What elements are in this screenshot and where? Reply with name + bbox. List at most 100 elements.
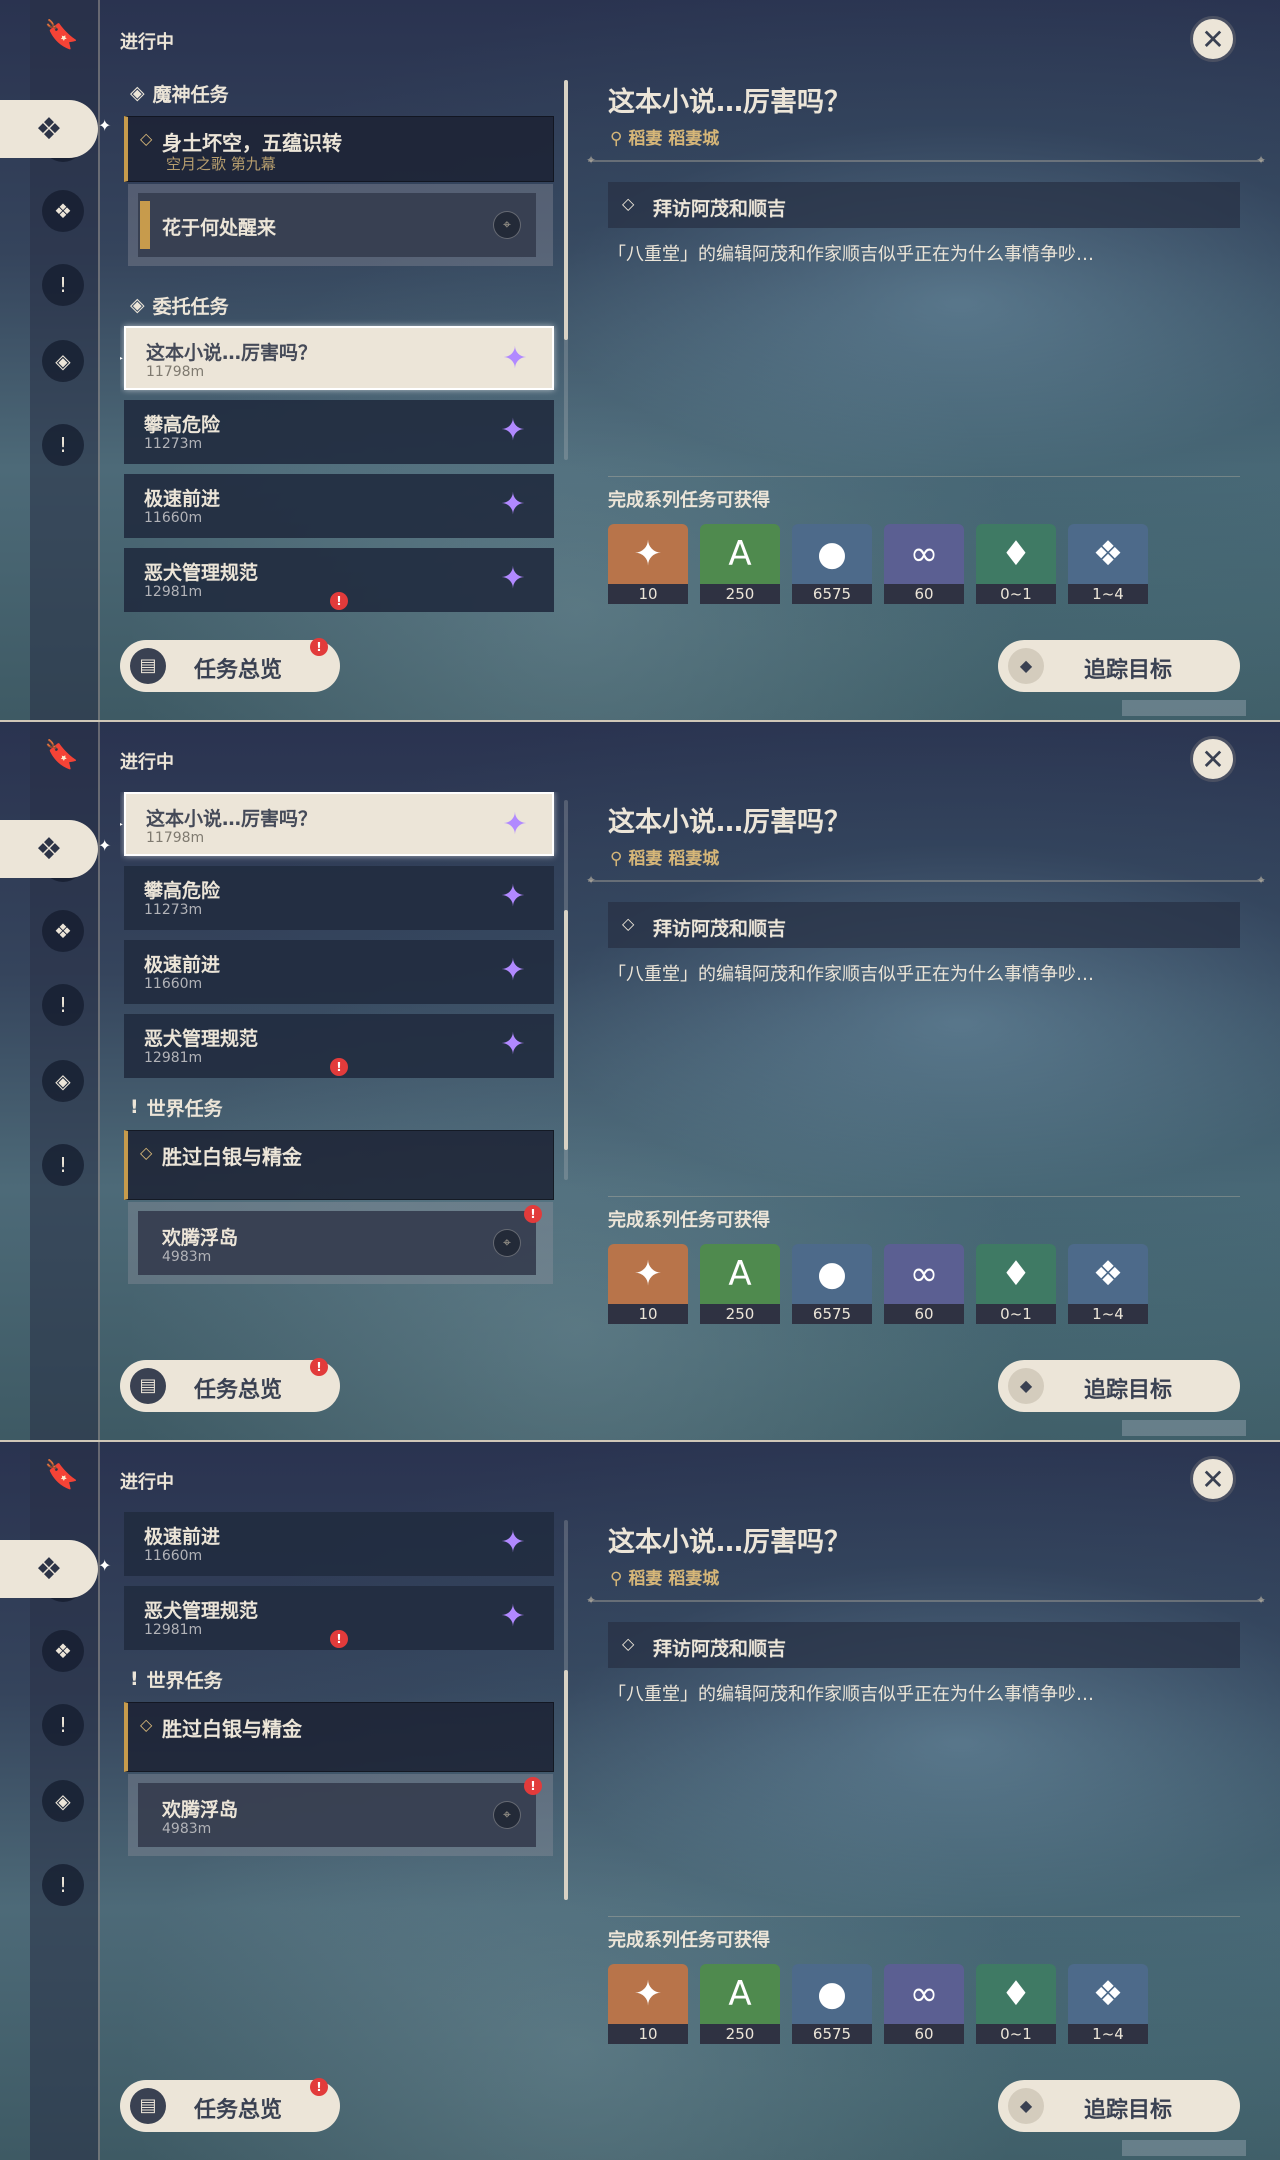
commission-item[interactable]: 恶犬管理规范 12981m ✦ !: [124, 1014, 554, 1078]
scroll-thumb[interactable]: [564, 910, 568, 1150]
reward-quantity: 60: [884, 2024, 964, 2044]
event-quest-icon[interactable]: !: [42, 424, 84, 466]
story-quest-icon[interactable]: ❖: [42, 190, 84, 232]
reward-item[interactable]: ∞ 60: [884, 1244, 964, 1324]
archon-substep[interactable]: 花于何处醒来 ⌖: [138, 193, 536, 257]
commission-item[interactable]: 攀高危险 11273m ✦: [124, 866, 554, 930]
map-pin-icon[interactable]: ⌖: [493, 211, 521, 239]
mora-icon: ●: [792, 524, 872, 584]
scrollbar[interactable]: [564, 800, 568, 1180]
alert-badge: !: [524, 1777, 542, 1795]
reward-item[interactable]: ❖ 1~4: [1068, 1244, 1148, 1324]
commission-item[interactable]: ▶ 这本小说…厉害吗？ 11798m ✦: [120, 326, 554, 390]
status-label: 进行中: [120, 32, 174, 53]
reward-item[interactable]: ● 6575: [792, 1244, 872, 1324]
divider-end-icon: ✦: [586, 1593, 597, 1607]
story-quest-icon[interactable]: ❖: [42, 1630, 84, 1672]
reward-item[interactable]: ♦ 0~1: [976, 524, 1056, 604]
step-diamond-icon: ◇: [622, 914, 635, 933]
quest-overview-button[interactable]: ▤ 任务总览 !: [120, 638, 340, 692]
commission-item[interactable]: 极速前进 11660m ✦: [124, 1512, 554, 1576]
commission-item[interactable]: 恶犬管理规范 12981m ✦ !: [124, 548, 554, 612]
scroll-thumb[interactable]: [564, 1670, 568, 1900]
commission-star-icon: ✦: [500, 1027, 526, 1062]
archon-quest-item[interactable]: ◇ 身土坏空，五蕴识转 空月之歌 第九幕: [124, 116, 554, 182]
close-button[interactable]: ✕: [1190, 16, 1236, 62]
section-commission: ◈ 委托任务: [130, 290, 229, 320]
commission-section-icon: ◈: [130, 294, 145, 316]
quest-diamond-icon: ◇: [140, 129, 153, 148]
world-substep[interactable]: 欢腾浮岛 4983m ⌖ !: [138, 1777, 542, 1847]
reward-item[interactable]: ✦ 10: [608, 1244, 688, 1324]
reward-item[interactable]: ♦ 0~1: [976, 1964, 1056, 2044]
reward-item[interactable]: ❖ 1~4: [1068, 1964, 1148, 2044]
commission-item[interactable]: ▶ 这本小说…厉害吗？ 11798m ✦: [120, 792, 554, 856]
overview-label: 任务总览: [194, 2098, 283, 2123]
event-quest-icon[interactable]: !: [42, 1144, 84, 1186]
reward-item[interactable]: A 250: [700, 1244, 780, 1324]
close-icon: ✕: [1201, 1462, 1225, 1496]
quest-overview-button[interactable]: ▤ 任务总览 !: [120, 1358, 340, 1412]
all-quests-tab[interactable]: ❖: [0, 100, 98, 158]
reward-item[interactable]: ♦ 0~1: [976, 1244, 1056, 1324]
close-button[interactable]: ✕: [1190, 736, 1236, 782]
reward-item[interactable]: ● 6575: [792, 524, 872, 604]
track-target-button[interactable]: ◆ 追踪目标: [998, 640, 1240, 692]
quest-list[interactable]: ◈ 魔神任务 ◇ 身土坏空，五蕴识转 空月之歌 第九幕 花于何处醒来 ⌖: [120, 792, 560, 1332]
alert-badge: !: [310, 1358, 328, 1376]
commission-item[interactable]: 恶犬管理规范 12981m ✦ !: [124, 1586, 554, 1650]
commission-star-icon: ✦: [502, 807, 528, 842]
commission-distance: 11798m: [146, 830, 205, 846]
commission-star-icon: ✦: [500, 1599, 526, 1634]
commission-quest-icon[interactable]: ◈: [42, 1060, 84, 1102]
map-pin-icon[interactable]: ⌖: [493, 1229, 521, 1257]
scrollbar[interactable]: [564, 1520, 568, 1900]
track-target-button[interactable]: ◆ 追踪目标: [998, 1360, 1240, 1412]
commission-star-icon: ✦: [502, 341, 528, 376]
reward-item[interactable]: ✦ 10: [608, 1964, 688, 2044]
quest-list[interactable]: ◈ 魔神任务 ◇ 身土坏空，五蕴识转 空月之歌 第九幕 花于何处醒来 ⌖: [120, 72, 560, 612]
world-substep-title: 欢腾浮岛: [162, 1227, 239, 1249]
detail-description: 「八重堂」的编辑阿茂和作家顺吉似乎正在为什么事情争吵…: [608, 1684, 1094, 1705]
bookmark-icon: 🔖: [44, 1458, 79, 1491]
world-quest-icon[interactable]: !: [42, 264, 84, 306]
track-target-button[interactable]: ◆ 追踪目标: [998, 2080, 1240, 2132]
commission-item[interactable]: 攀高危险 11273m ✦: [124, 400, 554, 464]
scroll-thumb[interactable]: [564, 80, 568, 340]
all-quests-tab[interactable]: ❖: [0, 820, 98, 878]
world-substep[interactable]: 欢腾浮岛 4983m ⌖ !: [138, 1205, 542, 1275]
location-pin-icon: ⚲: [610, 1569, 629, 1589]
commission-quest-icon[interactable]: ◈: [42, 1780, 84, 1822]
world-quest-icon[interactable]: !: [42, 1704, 84, 1746]
world-quest-item[interactable]: ◇ 胜过白银与精金: [124, 1702, 554, 1772]
all-quests-tab[interactable]: ❖: [0, 1540, 98, 1598]
adventure-exp-icon: A: [700, 1964, 780, 2024]
quest-list[interactable]: ◈ 魔神任务 ◇ 身土坏空，五蕴识转 空月之歌 第九幕 花于何处醒来 ⌖: [120, 1512, 560, 2052]
reward-item[interactable]: ● 6575: [792, 1964, 872, 2044]
reward-item[interactable]: A 250: [700, 524, 780, 604]
commission-distance: 11660m: [144, 510, 203, 526]
reward-item[interactable]: ✦ 10: [608, 524, 688, 604]
selected-arrow-icon: ▶: [120, 816, 123, 832]
friendship-exp-icon: ∞: [884, 524, 964, 584]
world-quest-icon[interactable]: !: [42, 984, 84, 1026]
commission-distance: 12981m: [144, 1050, 203, 1066]
map-pin-icon[interactable]: ⌖: [493, 1801, 521, 1829]
reward-item[interactable]: ∞ 60: [884, 524, 964, 604]
close-button[interactable]: ✕: [1190, 1456, 1236, 1502]
world-quest-item[interactable]: ◇ 胜过白银与精金: [124, 1130, 554, 1200]
commission-item[interactable]: 极速前进 11660m ✦: [124, 940, 554, 1004]
reward-item[interactable]: A 250: [700, 1964, 780, 2044]
commission-quest-icon[interactable]: ◈: [42, 340, 84, 382]
event-quest-icon[interactable]: !: [42, 1864, 84, 1906]
close-icon: ✕: [1201, 742, 1225, 776]
mora-icon: ●: [792, 1964, 872, 2024]
quest-overview-button[interactable]: ▤ 任务总览 !: [120, 2078, 340, 2132]
archon-quest-subtitle: 空月之歌 第九幕: [166, 155, 276, 173]
reward-item[interactable]: ∞ 60: [884, 1964, 964, 2044]
commission-item[interactable]: 极速前进 11660m ✦: [124, 474, 554, 538]
story-quest-icon[interactable]: ❖: [42, 910, 84, 952]
scrollbar[interactable]: [564, 80, 568, 460]
reward-item[interactable]: ❖ 1~4: [1068, 524, 1148, 604]
commission-distance: 11660m: [144, 1548, 203, 1564]
